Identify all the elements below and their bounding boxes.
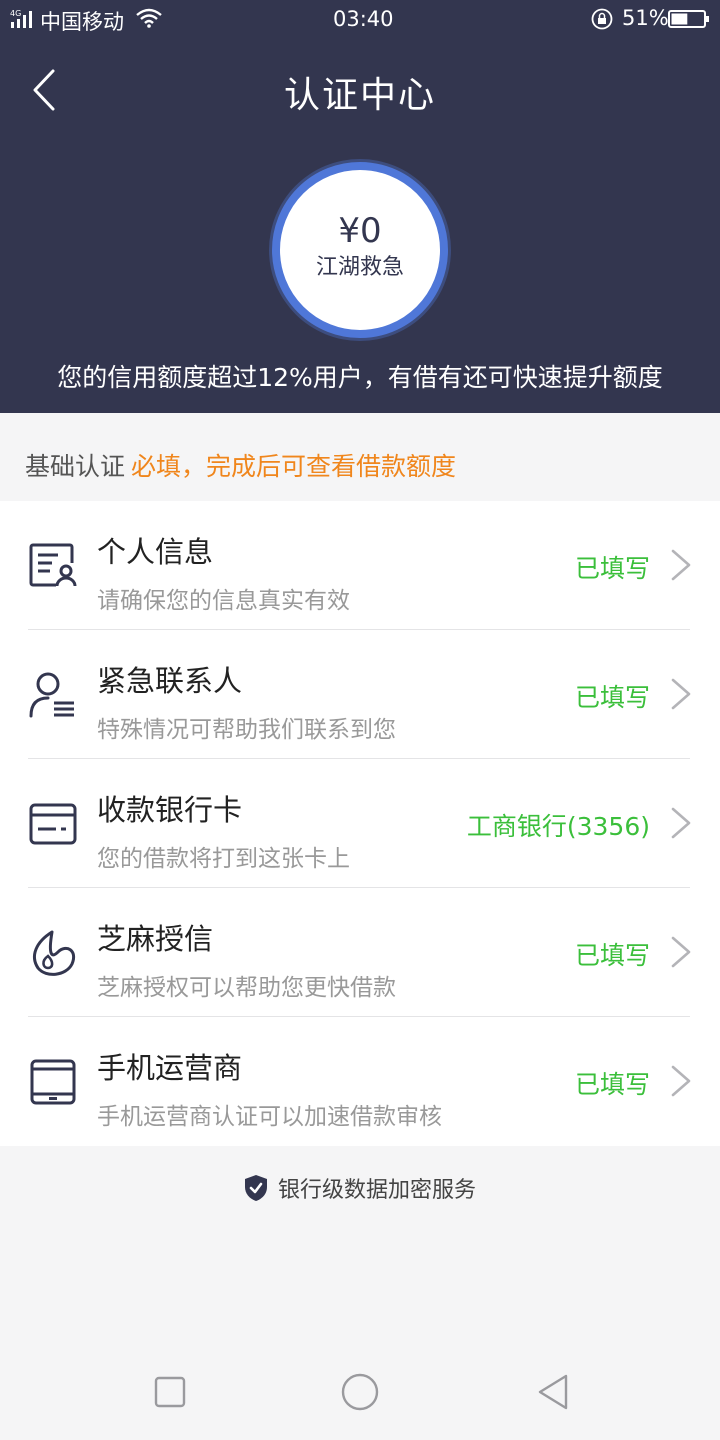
cert-item-title: 紧急联系人 [97, 664, 243, 698]
cert-item-status: 已填写 [574, 554, 650, 583]
section-required-note: 必填，完成后可查看借款额度 [131, 452, 457, 481]
cert-item-desc: 您的借款将打到这张卡上 [97, 846, 350, 872]
signal-icon: 4G [10, 9, 32, 28]
clock: 03:40 [333, 7, 394, 31]
security-note-text: 银行级数据加密服务 [277, 1178, 476, 1203]
cert-item-title: 手机运营商 [97, 1051, 243, 1085]
credit-product-name: 江湖救急 [315, 255, 404, 280]
cert-item-desc: 特殊情况可帮助我们联系到您 [97, 717, 396, 743]
shield-check-icon [244, 1175, 267, 1201]
chevron-right-icon [671, 807, 691, 839]
system-nav-bar [0, 1344, 720, 1440]
security-note: 银行级数据加密服务 [0, 1172, 720, 1204]
page-title: 认证中心 [283, 75, 436, 116]
bank-card-icon [29, 803, 77, 845]
cert-item-desc: 请确保您的信息真实有效 [97, 588, 350, 614]
cert-item-sesame-credit[interactable]: 芝麻授信 芝麻授权可以帮助您更快借款 已填写 [0, 888, 720, 1017]
id-card-icon [29, 543, 77, 587]
cert-item-title: 芝麻授信 [97, 922, 214, 956]
cert-item-desc: 芝麻授权可以帮助您更快借款 [97, 975, 396, 1001]
battery-icon [668, 10, 709, 28]
carrier-name: 中国移动 [40, 10, 124, 34]
chevron-right-icon [671, 1065, 691, 1097]
battery-percent: 51% [622, 6, 669, 30]
cert-item-desc: 手机运营商认证可以加速借款审核 [97, 1104, 442, 1130]
header-panel: 4G 中国移动 03:40 51% 认证中心 ¥0 江湖救急 您的信用额度超过1… [0, 0, 720, 413]
cert-item-status: 已填写 [574, 1070, 650, 1099]
cert-item-bank-card[interactable]: 收款银行卡 您的借款将打到这张卡上 工商银行(3356) [0, 759, 720, 888]
wifi-icon [136, 8, 162, 28]
cert-item-title: 收款银行卡 [97, 793, 243, 827]
credit-limit-badge: ¥0 江湖救急 [272, 162, 448, 338]
chevron-right-icon [671, 678, 691, 710]
cert-item-mobile-carrier[interactable]: 手机运营商 手机运营商认证可以加速借款审核 已填写 [0, 1017, 720, 1146]
credit-tip: 您的信用额度超过12%用户，有借有还可快速提升额度 [57, 363, 663, 392]
cert-item-status: 工商银行(3356) [466, 812, 650, 841]
section-title: 基础认证 [25, 452, 126, 481]
recent-apps-button[interactable] [150, 1372, 190, 1412]
cert-item-emergency-contact[interactable]: 紧急联系人 特殊情况可帮助我们联系到您 已填写 [0, 630, 720, 759]
status-bar: 4G 中国移动 03:40 51% [0, 0, 720, 38]
cert-item-title: 个人信息 [97, 535, 214, 569]
rotation-lock-icon [591, 8, 613, 30]
certification-list: 个人信息 请确保您的信息真实有效 已填写 紧急联系人 特殊情况可帮助我们联系到您… [0, 501, 720, 1146]
chevron-right-icon [671, 936, 691, 968]
cert-item-personal-info[interactable]: 个人信息 请确保您的信息真实有效 已填写 [0, 501, 720, 630]
contact-person-icon [29, 672, 74, 718]
sesame-icon [33, 930, 75, 976]
cert-item-status: 已填写 [574, 683, 650, 712]
system-back-button[interactable] [534, 1372, 574, 1412]
cert-item-status: 已填写 [574, 941, 650, 970]
credit-amount: ¥0 [338, 211, 382, 251]
section-header: 基础认证 必填，完成后可查看借款额度 [0, 413, 720, 501]
tablet-icon [30, 1059, 76, 1105]
chevron-right-icon [671, 549, 691, 581]
home-button[interactable] [340, 1372, 380, 1412]
network-type: 4G [10, 9, 21, 18]
